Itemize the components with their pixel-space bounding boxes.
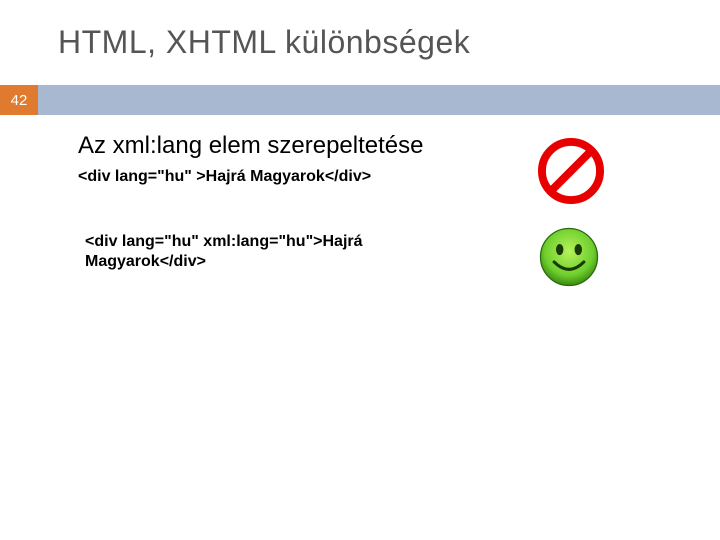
section-subtitle: Az xml:lang elem szerepeltetése — [78, 132, 424, 160]
smiley-icon — [538, 226, 600, 288]
code-example-bad: <div lang="hu" >Hajrá Magyarok</div> — [78, 168, 371, 186]
page-number-badge: 42 — [0, 85, 38, 115]
slide-title: HTML, XHTML különbségek — [58, 24, 470, 61]
header-bar-fill — [38, 85, 720, 115]
header-bar: 42 — [0, 85, 720, 115]
code-example-good: <div lang="hu" xml:lang="hu">Hajrá Magya… — [85, 232, 465, 272]
prohibit-icon — [538, 138, 604, 204]
